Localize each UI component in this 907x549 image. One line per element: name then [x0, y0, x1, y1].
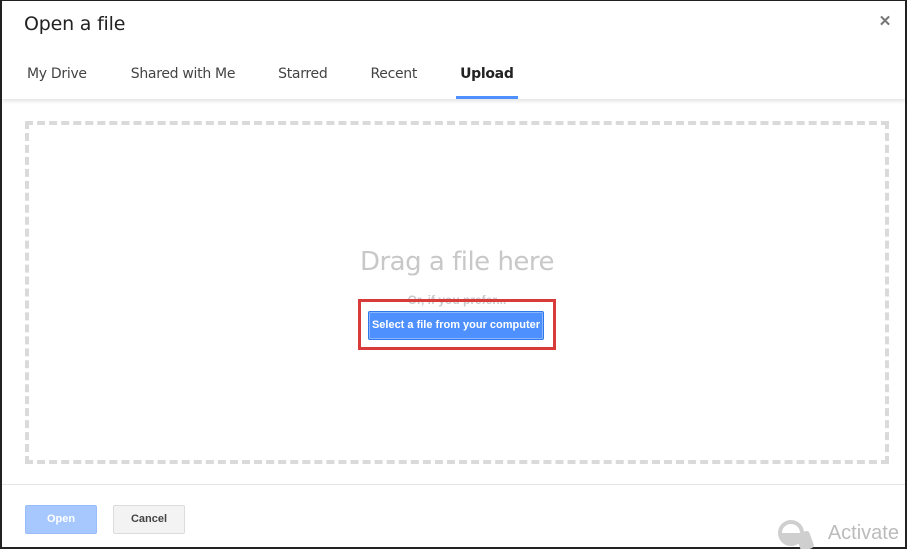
tab-shared-with-me[interactable]: Shared with Me	[131, 56, 236, 99]
footer-divider	[2, 484, 905, 485]
open-file-dialog: Open a file ✕ My Drive Shared with Me St…	[0, 0, 907, 549]
close-icon[interactable]: ✕	[877, 14, 893, 30]
tab-upload[interactable]: Upload	[456, 56, 519, 99]
open-button[interactable]: Open	[25, 505, 97, 534]
dialog-header: Open a file ✕ My Drive Shared with Me St…	[2, 1, 905, 99]
dialog-title: Open a file	[24, 13, 126, 35]
tab-recent[interactable]: Recent	[370, 56, 417, 99]
watermark-text: Activate	[827, 521, 899, 544]
key-icon	[776, 516, 816, 549]
prefer-text: Or, if you prefer...	[407, 293, 507, 307]
tab-bar: My Drive Shared with Me Starred Recent U…	[2, 56, 519, 99]
cancel-button[interactable]: Cancel	[113, 505, 185, 534]
tab-starred[interactable]: Starred	[278, 56, 328, 99]
activate-watermark: Activate	[776, 516, 899, 549]
tab-my-drive[interactable]: My Drive	[27, 56, 87, 99]
drop-zone[interactable]: Drag a file here Or, if you prefer...	[25, 121, 889, 464]
drag-file-text: Drag a file here	[359, 247, 555, 277]
select-file-button[interactable]: Select a file from your computer	[368, 311, 544, 340]
